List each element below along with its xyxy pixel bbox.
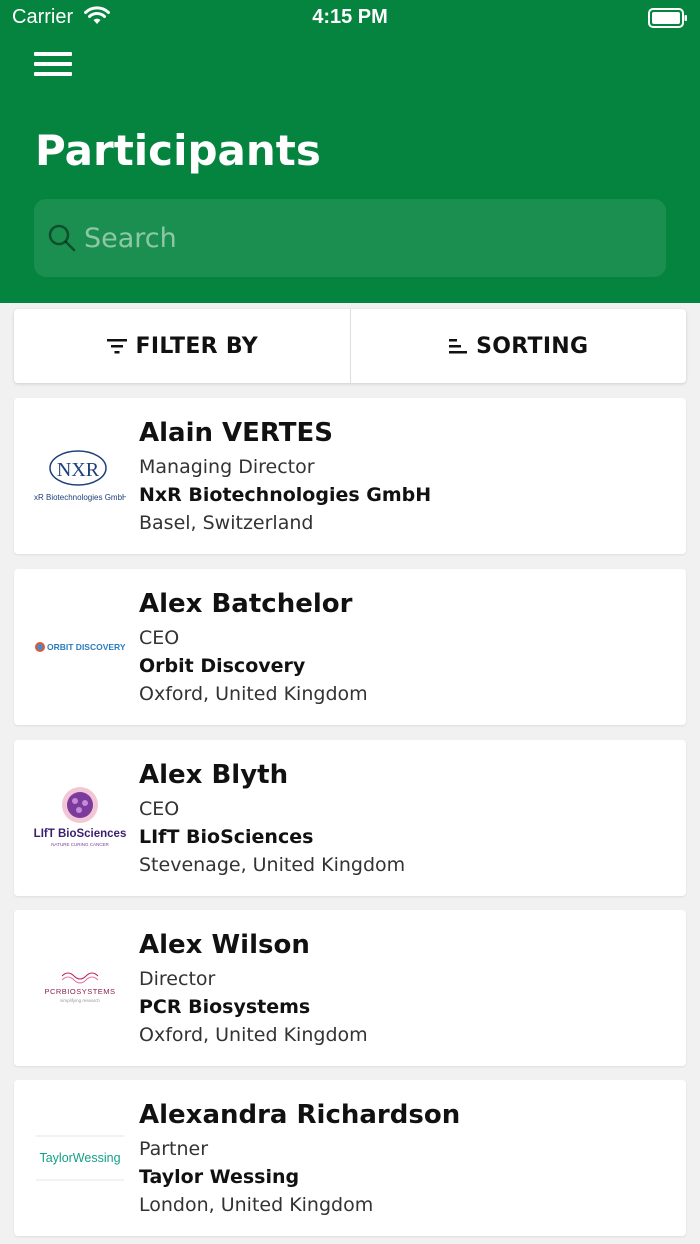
orbit-discovery-logo: ORBIT DISCOVERY xyxy=(34,599,126,695)
participant-card[interactable]: PCRBIOSYSTEMS simplifying research Alex … xyxy=(14,910,686,1066)
participant-role: CEO xyxy=(139,627,180,649)
participant-location: London, United Kingdom xyxy=(139,1194,374,1216)
participant-location: Stevenage, United Kingdom xyxy=(139,854,406,876)
participant-location: Oxford, United Kingdom xyxy=(139,1024,368,1046)
participant-location: Oxford, United Kingdom xyxy=(139,683,368,705)
participant-card[interactable]: NXR NxR Biotechnologies GmbH Alain VERTE… xyxy=(14,398,686,554)
participant-card[interactable]: LIfT BioSciences NATURE CURING CANCER Al… xyxy=(14,740,686,896)
filter-sort-toolbar: FILTER BY SORTING xyxy=(14,309,686,383)
participant-location: Basel, Switzerland xyxy=(139,512,314,534)
participant-name: Alex Wilson xyxy=(139,930,310,960)
svg-text:TaylorWessing: TaylorWessing xyxy=(39,1151,120,1165)
participant-company: NxR Biotechnologies GmbH xyxy=(139,484,432,506)
participant-role: CEO xyxy=(139,798,180,820)
participant-company: LIfT BioSciences xyxy=(139,826,314,848)
lift-biosciences-logo: LIfT BioSciences NATURE CURING CANCER xyxy=(34,770,126,866)
search-bar[interactable] xyxy=(34,199,666,277)
battery-icon xyxy=(648,8,688,33)
sort-icon xyxy=(449,339,468,354)
svg-text:PCRBIOSYSTEMS: PCRBIOSYSTEMS xyxy=(44,987,115,996)
app-header: Carrier 4:15 PM Participants xyxy=(0,0,700,303)
participant-company: Orbit Discovery xyxy=(139,655,306,677)
participant-name: Alexandra Richardson xyxy=(139,1100,461,1130)
filter-by-label: FILTER BY xyxy=(135,333,258,359)
svg-text:NxR Biotechnologies GmbH: NxR Biotechnologies GmbH xyxy=(34,493,126,502)
participant-company: PCR Biosystems xyxy=(139,996,311,1018)
svg-text:NATURE CURING CANCER: NATURE CURING CANCER xyxy=(51,842,109,847)
svg-text:ORBIT DISCOVERY: ORBIT DISCOVERY xyxy=(47,642,126,652)
participant-card[interactable]: TaylorWessing Alexandra Richardson Partn… xyxy=(14,1080,686,1236)
svg-text:NXR: NXR xyxy=(57,459,100,481)
participant-company: Taylor Wessing xyxy=(139,1166,300,1188)
filter-icon xyxy=(106,339,127,354)
status-bar: Carrier 4:15 PM xyxy=(0,0,700,36)
clock: 4:15 PM xyxy=(312,6,388,28)
taylor-wessing-logo: TaylorWessing xyxy=(34,1110,126,1206)
participant-role: Director xyxy=(139,968,216,990)
participant-role: Managing Director xyxy=(139,456,315,478)
filter-by-button[interactable]: FILTER BY xyxy=(14,309,350,383)
participant-name: Alex Batchelor xyxy=(139,589,353,619)
page-title: Participants xyxy=(35,126,321,175)
pcr-biosystems-logo: PCRBIOSYSTEMS simplifying research xyxy=(34,940,126,1036)
participant-name: Alex Blyth xyxy=(139,760,289,790)
search-input[interactable] xyxy=(84,199,644,277)
participant-name: Alain VERTES xyxy=(139,418,334,448)
sorting-label: SORTING xyxy=(476,333,589,359)
nxr-logo: NXR NxR Biotechnologies GmbH xyxy=(34,428,126,524)
participant-role: Partner xyxy=(139,1138,209,1160)
participant-card[interactable]: ORBIT DISCOVERY Alex Batchelor CEO Orbit… xyxy=(14,569,686,725)
svg-text:simplifying research: simplifying research xyxy=(60,998,100,1003)
svg-text:LIfT BioSciences: LIfT BioSciences xyxy=(34,828,126,840)
search-icon xyxy=(47,223,77,257)
sorting-button[interactable]: SORTING xyxy=(351,309,687,383)
hamburger-menu-icon[interactable] xyxy=(34,52,72,80)
